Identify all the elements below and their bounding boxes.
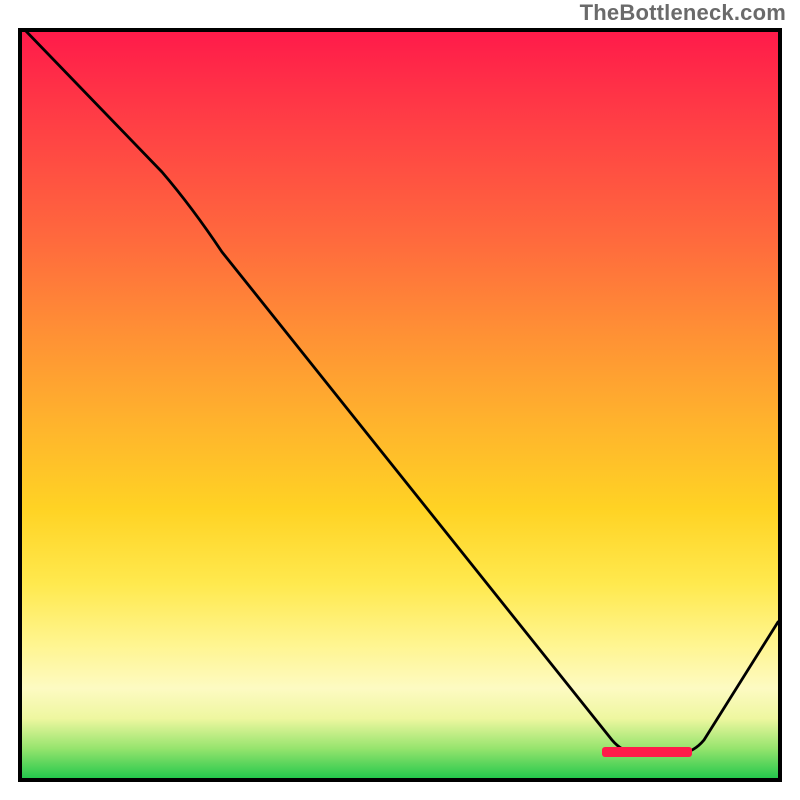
- plot-frame: [18, 28, 782, 782]
- curve-path: [22, 32, 778, 754]
- watermark-text: TheBottleneck.com: [580, 0, 786, 26]
- trough-marker-icon: [602, 747, 692, 757]
- chart-container: TheBottleneck.com: [0, 0, 800, 800]
- bottleneck-curve: [22, 32, 778, 778]
